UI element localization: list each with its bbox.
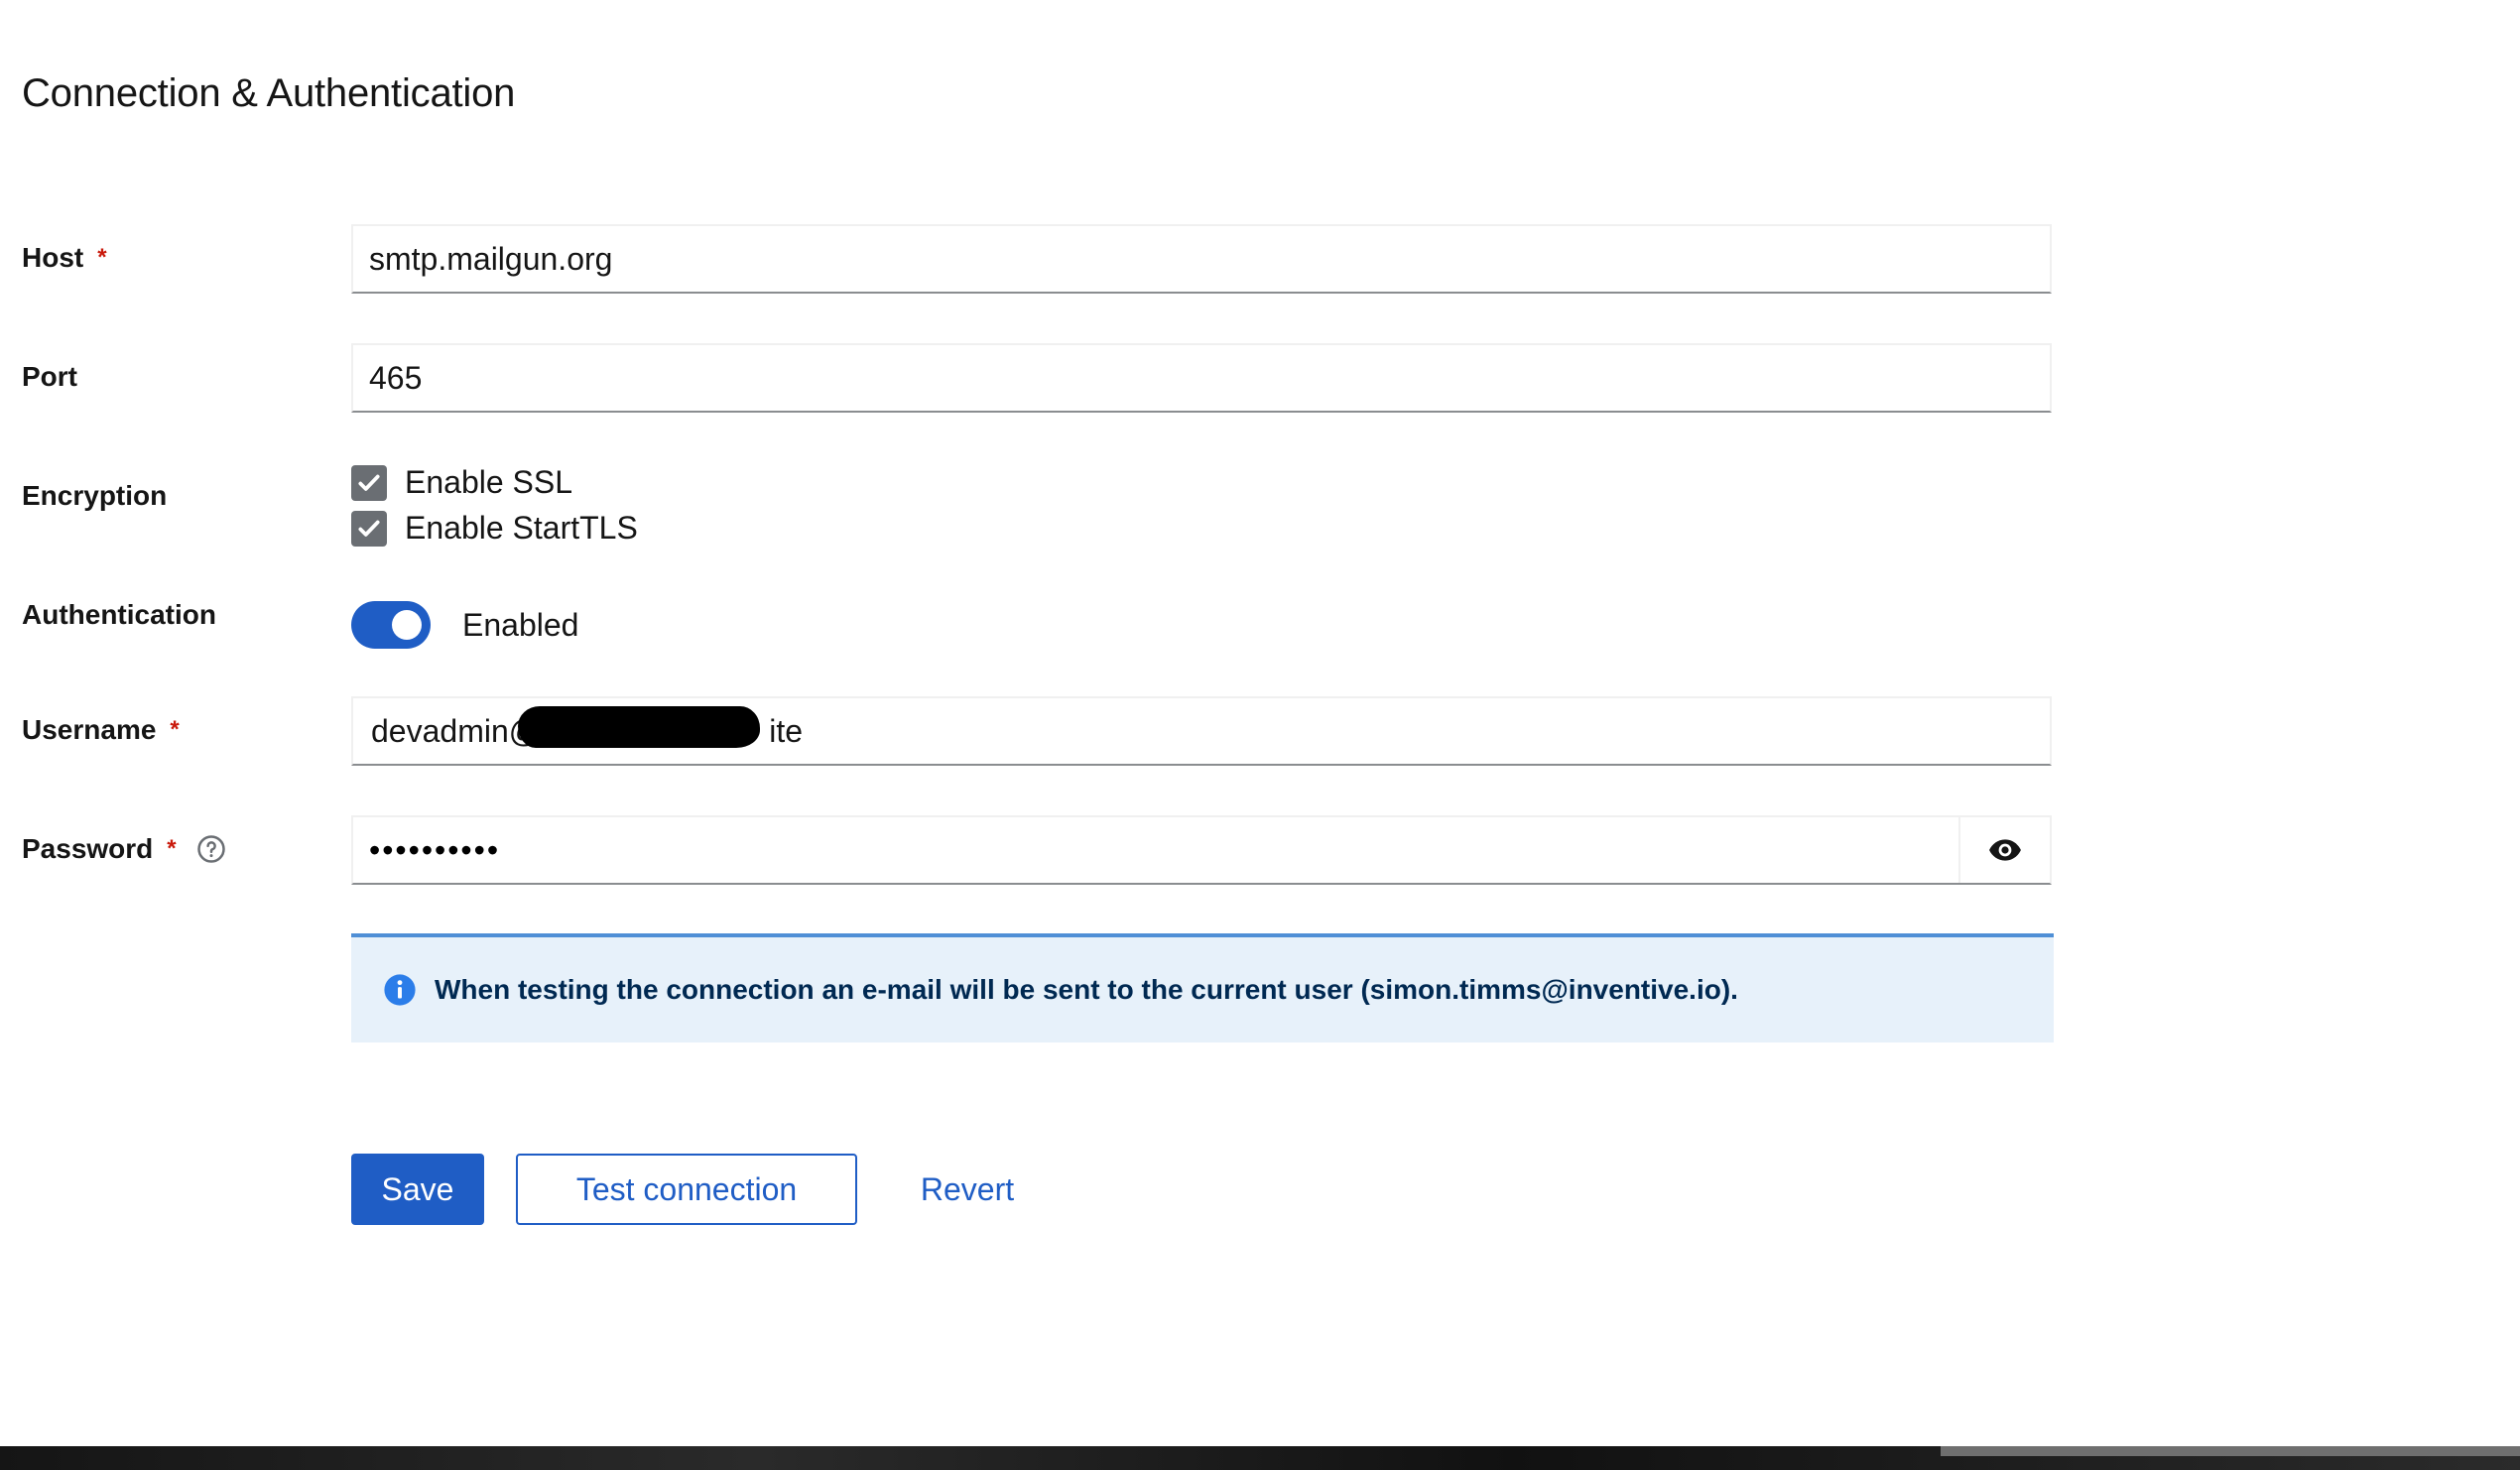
eye-icon [1989, 839, 2021, 861]
show-password-button[interactable] [1958, 817, 2050, 883]
username-label: Username * [22, 714, 180, 746]
password-field [351, 815, 2052, 885]
password-input[interactable] [353, 817, 1958, 883]
checkmark-icon [358, 520, 380, 537]
checkmark-icon [358, 474, 380, 491]
alert-text: When testing the connection an e-mail wi… [435, 974, 1738, 1005]
password-label-text: Password [22, 833, 154, 864]
save-button[interactable]: Save [351, 1154, 484, 1225]
username-required-mark: * [170, 716, 180, 743]
username-value-suffix: ite [769, 712, 804, 749]
info-icon [384, 974, 416, 1006]
host-required-mark: * [97, 244, 107, 271]
port-label-text: Port [22, 361, 77, 392]
toggle-knob [392, 610, 422, 640]
password-required-mark: * [167, 835, 177, 862]
authentication-label: Authentication [22, 599, 216, 631]
starttls-checkbox-label: Enable StartTLS [405, 510, 638, 546]
starttls-checkbox[interactable] [351, 510, 387, 547]
encryption-label-text: Encryption [22, 480, 168, 511]
ssl-checkbox[interactable] [351, 464, 387, 501]
test-connection-button[interactable]: Test connection [516, 1154, 857, 1225]
info-alert: When testing the connection an e-mail wi… [351, 933, 2054, 1042]
host-label: Host * [22, 242, 107, 274]
username-label-text: Username [22, 714, 157, 745]
password-label: Password * [22, 833, 226, 865]
authentication-state-label: Enabled [462, 607, 579, 643]
horizontal-scrollbar[interactable] [1941, 1446, 2520, 1456]
ssl-checkbox-row[interactable]: Enable SSL [351, 464, 572, 501]
host-input[interactable] [351, 224, 2052, 294]
encryption-label: Encryption [22, 480, 167, 512]
username-value-prefix: devadmin@ [371, 712, 542, 749]
revert-button[interactable]: Revert [893, 1154, 1042, 1225]
section-title: Connection & Authentication [22, 71, 516, 115]
authentication-toggle[interactable] [351, 601, 431, 649]
help-icon[interactable] [196, 834, 226, 864]
port-input[interactable] [351, 343, 2052, 413]
ssl-checkbox-label: Enable SSL [405, 464, 573, 500]
redaction-mark [518, 706, 760, 748]
starttls-checkbox-row[interactable]: Enable StartTLS [351, 510, 638, 547]
authentication-label-text: Authentication [22, 599, 216, 630]
host-label-text: Host [22, 242, 84, 273]
port-label: Port [22, 361, 77, 393]
